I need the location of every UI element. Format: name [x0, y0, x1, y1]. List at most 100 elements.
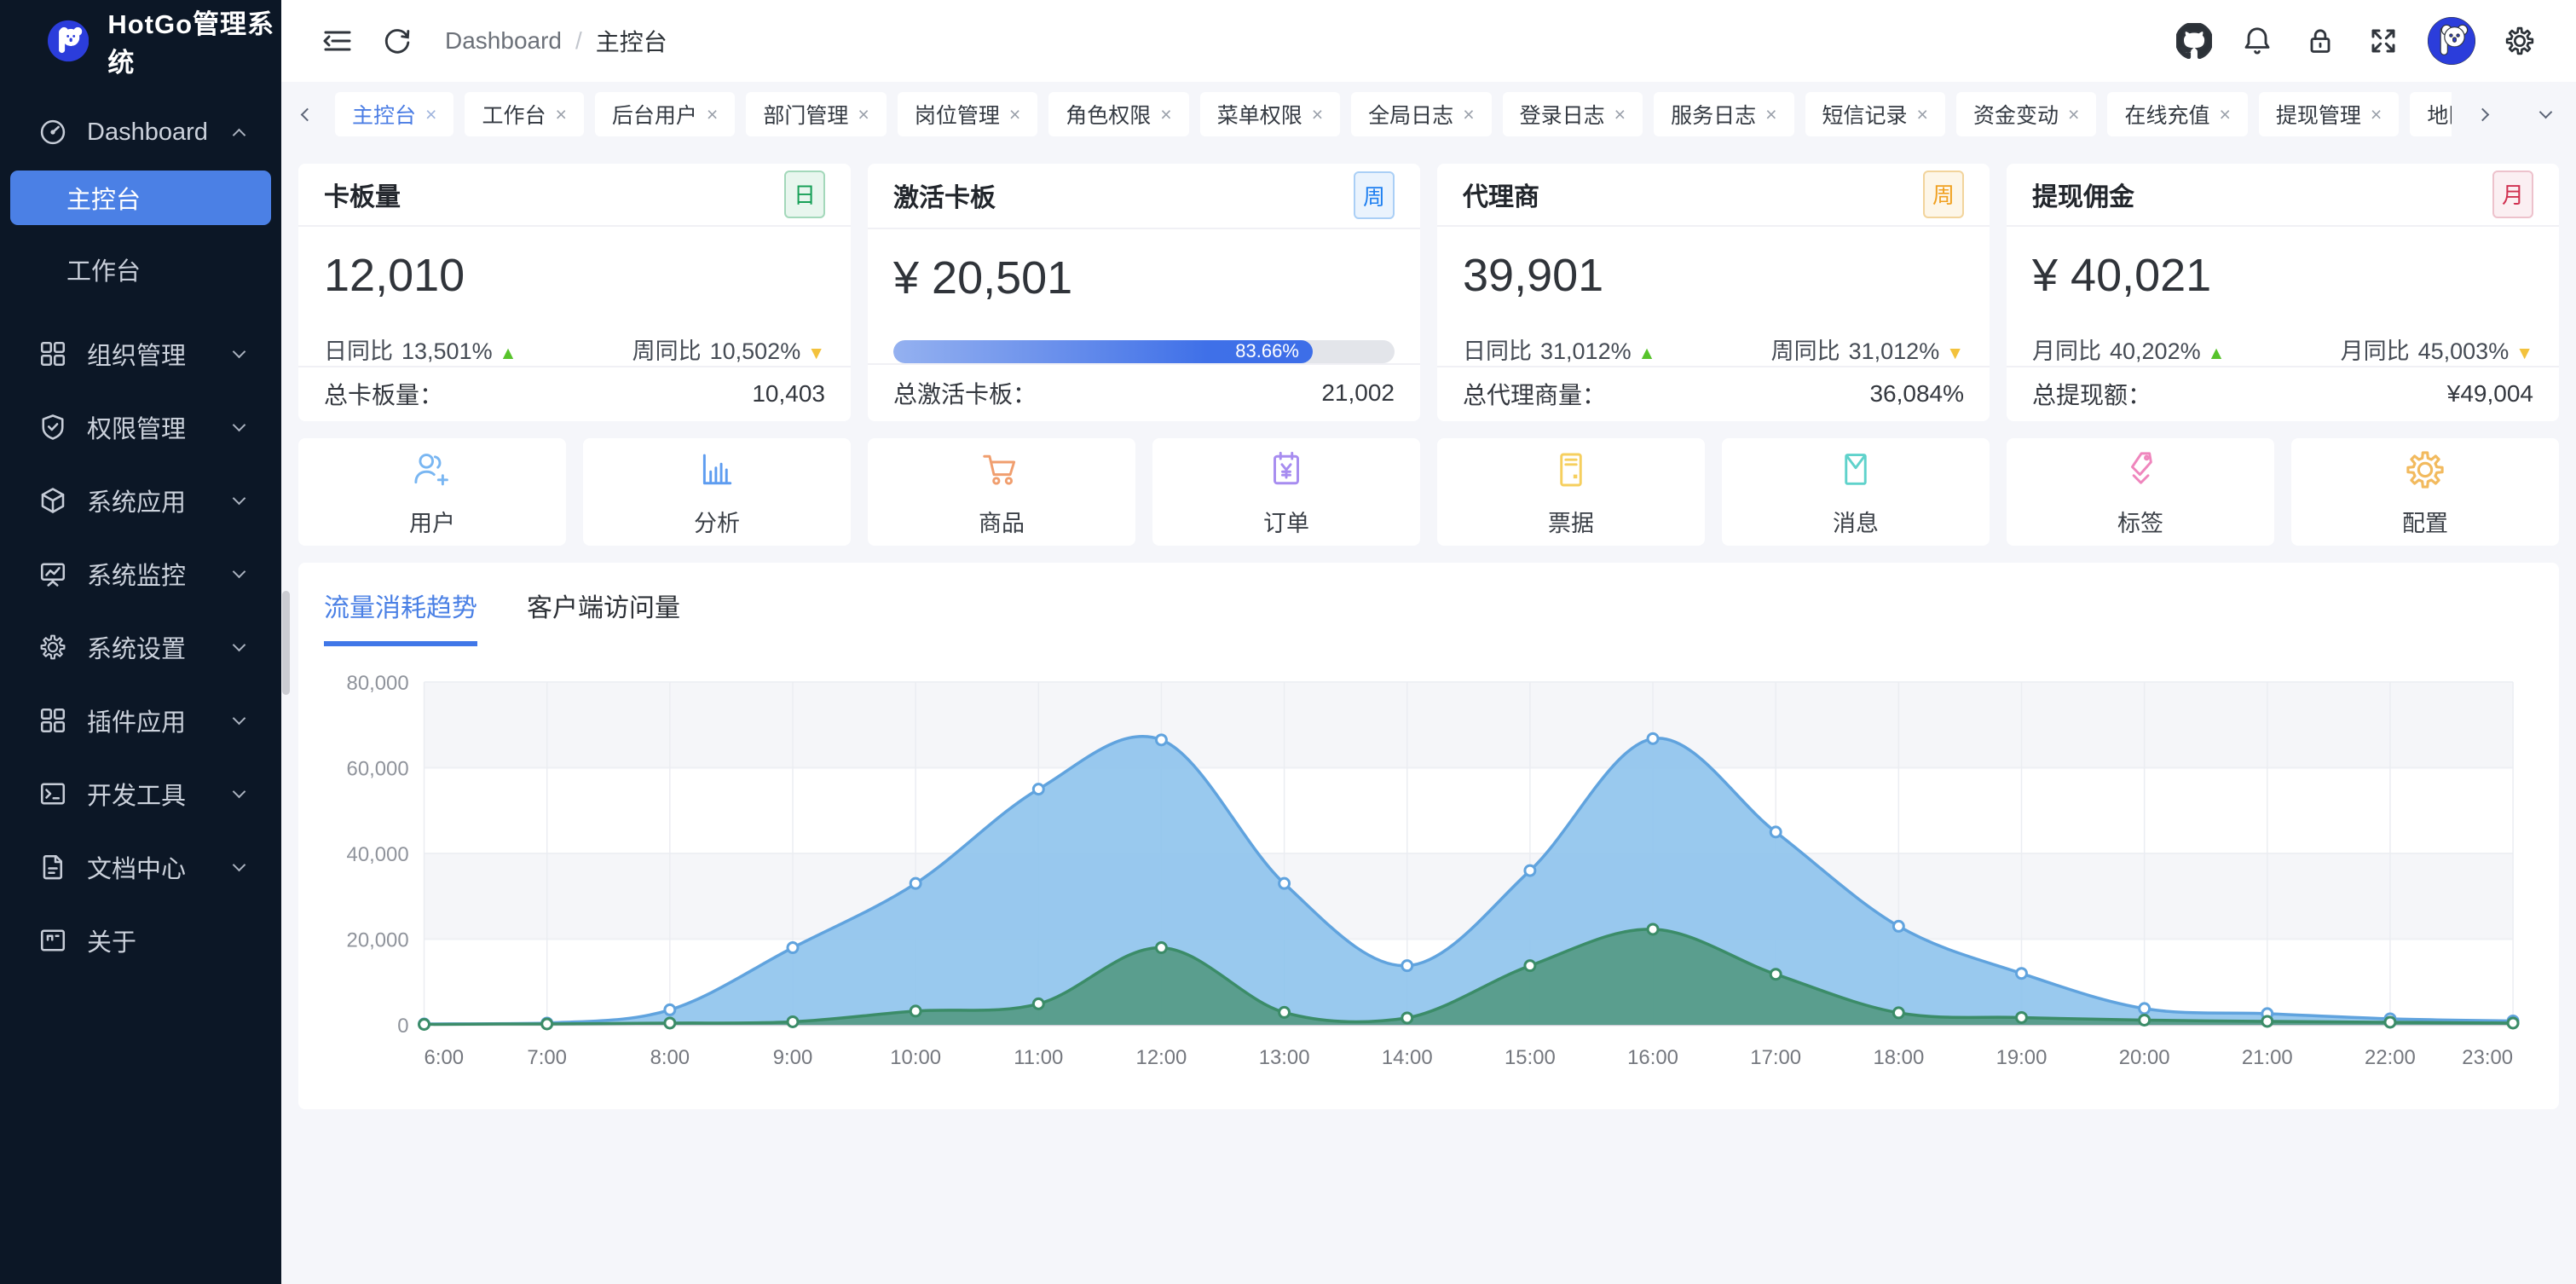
action-label: 消息	[1833, 505, 1879, 538]
tab-close-icon[interactable]: ×	[425, 105, 436, 124]
action-analysis[interactable]: 分析	[583, 438, 851, 546]
tab-close-icon[interactable]: ×	[1765, 105, 1776, 124]
sidebar-item-workbench[interactable]: 工作台	[10, 242, 271, 297]
stat-card-title: 提现佣金	[2032, 176, 2134, 213]
tab-role-permissions[interactable]: 角色权限×	[1048, 92, 1188, 136]
tabs-scroll-right-button[interactable]	[2465, 92, 2499, 136]
sidebar-item-label: 文档中心	[87, 849, 234, 885]
stat-cards-row: 卡板量 日 12,010 日同比13,501%▲ 周同比10,502%▼ 总卡板…	[298, 164, 2559, 421]
tab-close-icon[interactable]: ×	[2068, 105, 2079, 124]
tab-sms-records[interactable]: 短信记录×	[1805, 92, 1945, 136]
sidebar-item-console[interactable]: 主控台	[10, 171, 271, 225]
content-scrollbar-thumb[interactable]	[282, 591, 290, 695]
tabs-dropdown-button[interactable]	[2528, 92, 2562, 136]
chevron-up-icon	[233, 128, 246, 142]
svg-text:8:00: 8:00	[650, 1046, 690, 1069]
tab-close-icon[interactable]: ×	[1463, 105, 1474, 124]
sidebar-item-organization[interactable]: 组织管理	[0, 317, 281, 390]
tab-region-codes[interactable]: 地区编码×	[2410, 92, 2452, 136]
chevron-right-icon	[2475, 107, 2489, 121]
app-logo[interactable]: HotGo管理系统	[0, 0, 281, 82]
tab-close-icon[interactable]: ×	[1312, 105, 1323, 124]
action-label: 商品	[979, 505, 1025, 538]
chart-tab-traffic-trend[interactable]: 流量消耗趋势	[324, 587, 477, 646]
sidebar-item-permissions[interactable]: 权限管理	[0, 390, 281, 464]
action-config[interactable]: 配置	[2291, 438, 2559, 546]
user-avatar[interactable]	[2428, 17, 2475, 65]
github-button[interactable]	[2175, 22, 2213, 60]
lock-screen-button[interactable]	[2302, 22, 2339, 60]
tab-close-icon[interactable]: ×	[707, 105, 718, 124]
github-icon	[2176, 23, 2212, 59]
koala-avatar-icon	[2428, 17, 2475, 65]
sidebar-item-about[interactable]: 关于	[0, 904, 281, 977]
sidebar-item-dev-tools[interactable]: 开发工具	[0, 757, 281, 830]
tab-service-logs[interactable]: 服务日志×	[1654, 92, 1793, 136]
menu-collapse-button[interactable]	[319, 22, 356, 60]
action-users[interactable]: 用户	[298, 438, 566, 546]
stat-card-title: 卡板量	[324, 176, 401, 213]
tab-login-logs[interactable]: 登录日志×	[1503, 92, 1643, 136]
breadcrumb-root[interactable]: Dashboard	[445, 27, 562, 55]
tab-close-icon[interactable]: ×	[1160, 105, 1171, 124]
svg-text:60,000: 60,000	[347, 757, 409, 780]
stat-card-title: 代理商	[1463, 176, 1539, 213]
tabs-list: 主控台× 工作台× 后台用户× 部门管理× 岗位管理× 角色权限× 菜单权限× …	[324, 92, 2452, 136]
shield-icon	[38, 412, 68, 442]
tab-fund-changes[interactable]: 资金变动×	[1956, 92, 2096, 136]
app-layout: HotGo管理系统 Dashboard 主控台 工作台	[0, 0, 2576, 1284]
tab-close-icon[interactable]: ×	[2219, 105, 2230, 124]
tag-icon	[2117, 447, 2163, 493]
sidebar-item-label: 开发工具	[87, 776, 234, 812]
tab-withdrawal-mgmt[interactable]: 提现管理×	[2259, 92, 2399, 136]
sidebar-item-label: 系统设置	[87, 629, 234, 665]
notification-button[interactable]	[2238, 22, 2276, 60]
action-goods[interactable]: 商品	[868, 438, 1135, 546]
tab-workbench[interactable]: 工作台×	[465, 92, 583, 136]
user-add-icon	[409, 447, 455, 493]
stat-card-activated: 激活卡板 周 ¥ 20,501 83.66% 总激活卡板： 21,002	[868, 164, 1420, 421]
fullscreen-button[interactable]	[2365, 22, 2402, 60]
sidebar-item-label: 系统监控	[87, 556, 234, 592]
sidebar-item-system-monitor[interactable]: 系统监控	[0, 537, 281, 610]
gear-icon	[38, 632, 68, 662]
chart-area: 020,00040,00060,00080,0006:007:008:009:0…	[324, 667, 2533, 1097]
tab-online-recharge[interactable]: 在线充值×	[2107, 92, 2247, 136]
refresh-button[interactable]	[378, 22, 416, 60]
tab-close-icon[interactable]: ×	[1009, 105, 1020, 124]
tab-console[interactable]: 主控台×	[335, 92, 453, 136]
period-badge: 周	[1923, 171, 1964, 218]
period-badge: 月	[2492, 171, 2533, 218]
config-gear-icon	[2402, 447, 2448, 493]
tab-departments[interactable]: 部门管理×	[746, 92, 886, 136]
action-tags[interactable]: 标签	[2007, 438, 2274, 546]
stat-value: 12,010	[324, 249, 825, 302]
action-messages[interactable]: 消息	[1722, 438, 1990, 546]
chart-tab-client-visits[interactable]: 客户端访问量	[527, 587, 680, 646]
sidebar-item-label: 插件应用	[87, 703, 234, 738]
tab-close-icon[interactable]: ×	[1917, 105, 1928, 124]
sidebar-item-dashboard[interactable]: Dashboard	[0, 95, 281, 169]
svg-text:20,000: 20,000	[347, 928, 409, 951]
tab-global-logs[interactable]: 全局日志×	[1351, 92, 1491, 136]
tab-admin-users[interactable]: 后台用户×	[595, 92, 735, 136]
sidebar-item-plugins[interactable]: 插件应用	[0, 684, 281, 757]
tab-menu-permissions[interactable]: 菜单权限×	[1200, 92, 1340, 136]
action-orders[interactable]: 订单	[1152, 438, 1420, 546]
tab-close-icon[interactable]: ×	[1614, 105, 1626, 124]
tab-close-icon[interactable]: ×	[858, 105, 869, 124]
progress-label: 83.66%	[1235, 340, 1299, 362]
tab-positions[interactable]: 岗位管理×	[898, 92, 1037, 136]
svg-text:17:00: 17:00	[1750, 1046, 1801, 1069]
sidebar-item-docs[interactable]: 文档中心	[0, 830, 281, 904]
koala-logo-icon	[48, 18, 89, 64]
tabs-scroll-left-button[interactable]	[290, 92, 324, 136]
settings-button[interactable]	[2501, 22, 2538, 60]
progress-bar: 83.66%	[893, 340, 1395, 363]
tab-close-icon[interactable]: ×	[555, 105, 566, 124]
tab-close-icon[interactable]: ×	[2371, 105, 2382, 124]
action-receipts[interactable]: 票据	[1437, 438, 1705, 546]
sidebar-item-system-settings[interactable]: 系统设置	[0, 610, 281, 684]
breadcrumb-separator: /	[575, 27, 582, 55]
sidebar-item-system-apps[interactable]: 系统应用	[0, 464, 281, 537]
